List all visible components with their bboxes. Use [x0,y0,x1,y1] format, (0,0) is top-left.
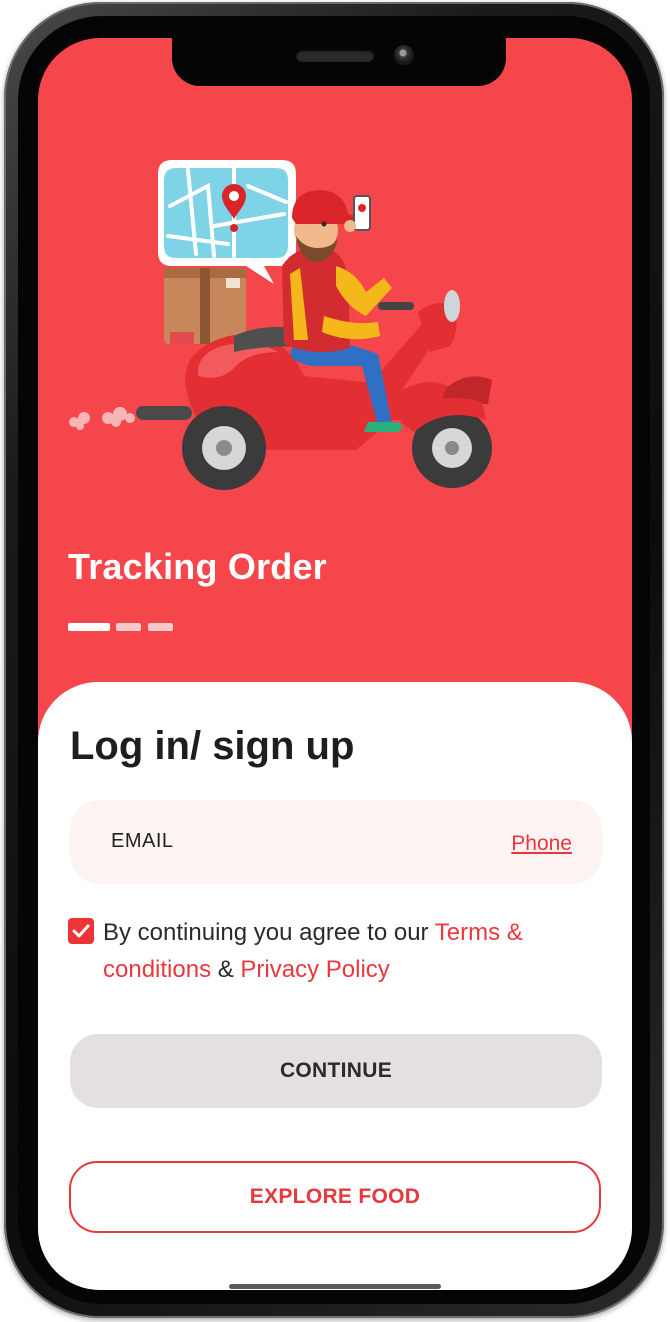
onboarding-title: Tracking Order [68,546,327,587]
page-dot-2[interactable] [116,623,141,631]
speaker-grille [296,50,374,62]
delivery-scooter-illustration [69,160,492,490]
page-dot-3[interactable] [148,623,173,631]
parcel-box [164,268,246,344]
agree-prefix: By continuing you agree to our [103,919,435,946]
agree-joiner: & [211,956,241,983]
phone-notch [172,38,506,86]
phone-switch-link[interactable]: Phone [511,832,572,856]
explore-food-button[interactable]: EXPLORE FOOD [69,1161,601,1233]
front-camera [394,45,414,65]
login-title: Log in/ sign up [70,724,355,768]
app-screen: Tracking Order Log in/ sign up EMAIL Pho… [38,38,632,1290]
exhaust-puffs [69,407,135,430]
agree-checkbox[interactable] [68,918,94,944]
email-field-label: EMAIL [111,830,174,852]
continue-button[interactable]: CONTINUE [70,1034,602,1108]
map-bubble [158,160,296,284]
page-dot-1[interactable] [68,623,110,631]
agree-text: By continuing you agree to our Terms & c… [103,914,603,988]
privacy-link[interactable]: Privacy Policy [240,956,389,983]
login-sheet: Log in/ sign up EMAIL Phone By continuin… [38,682,632,1290]
home-indicator[interactable] [229,1284,441,1289]
email-field[interactable]: EMAIL Phone [70,800,602,884]
checkbox-checked-icon [72,924,90,938]
